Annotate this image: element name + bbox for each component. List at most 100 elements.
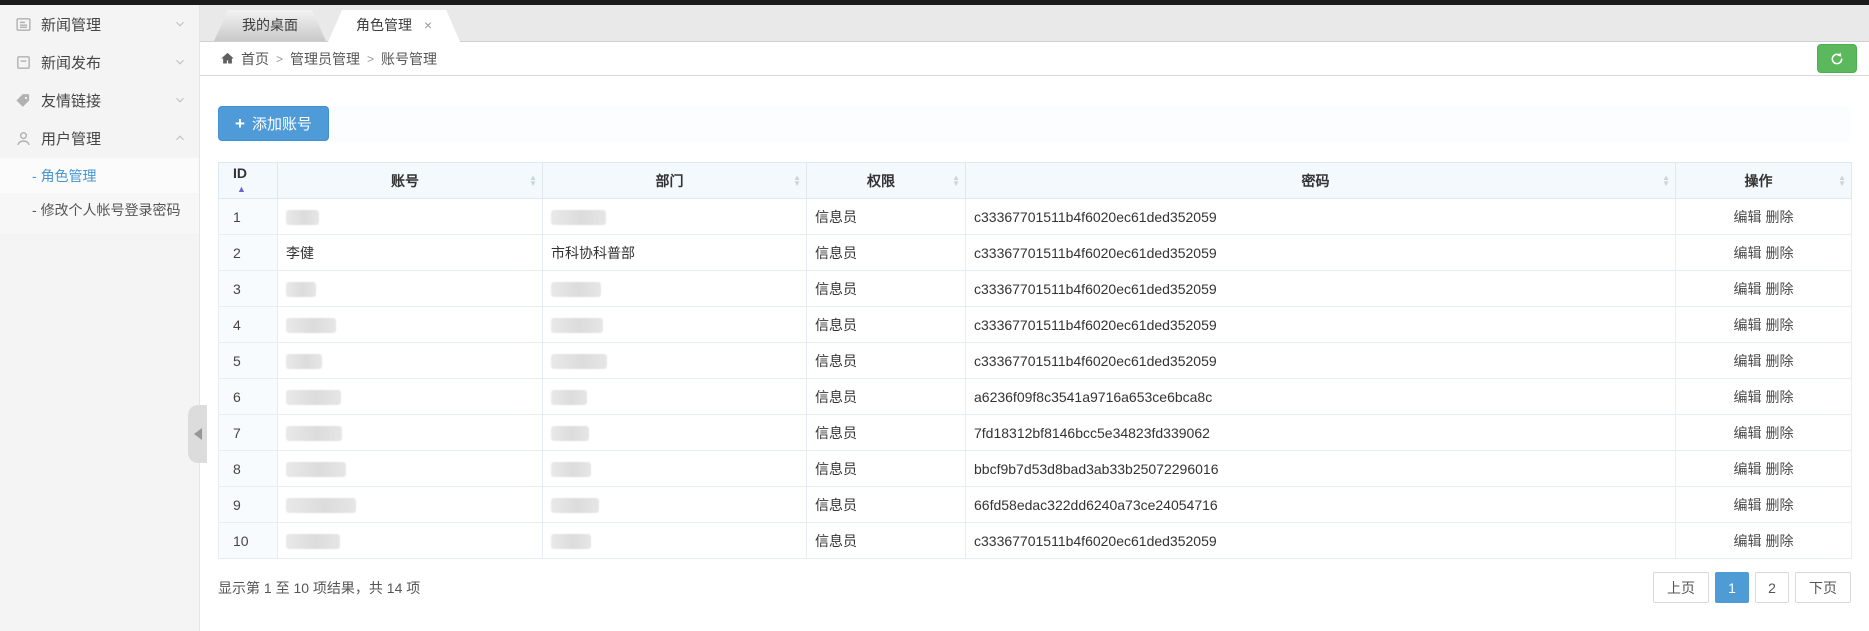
chevron-down-icon <box>173 93 187 107</box>
delete-link[interactable]: 删除 <box>1766 389 1794 405</box>
delete-link[interactable]: 删除 <box>1766 425 1794 441</box>
page-button-2[interactable]: 2 <box>1755 572 1789 603</box>
delete-link[interactable]: 删除 <box>1766 497 1794 513</box>
cell-account: 李健 <box>278 235 543 271</box>
edit-link[interactable]: 编辑 <box>1734 461 1762 477</box>
cell-password: 7fd18312bf8146bcc5e34823fd339062 <box>966 415 1676 451</box>
redacted-text <box>286 282 316 297</box>
breadcrumb: 首页 > 管理员管理 > 账号管理 <box>200 42 1869 76</box>
edit-link[interactable]: 编辑 <box>1734 353 1762 369</box>
delete-link[interactable]: 删除 <box>1766 317 1794 333</box>
table-row[interactable]: 7 信息员 7fd18312bf8146bcc5e34823fd339062 编… <box>219 415 1852 451</box>
next-page-button[interactable]: 下页 <box>1795 572 1851 603</box>
sidebar-item-friend-links[interactable]: 友情链接 <box>0 81 199 119</box>
redacted-text <box>286 318 336 333</box>
cell-department <box>543 379 807 415</box>
sort-icon: ▲▼ <box>529 175 537 187</box>
delete-link[interactable]: 删除 <box>1766 209 1794 225</box>
bullet: - <box>32 202 37 218</box>
edit-link[interactable]: 编辑 <box>1734 281 1762 297</box>
redacted-text <box>551 318 603 333</box>
cell-account <box>278 343 543 379</box>
cell-department: 市科协科普部 <box>543 235 807 271</box>
column-header-password[interactable]: 密码 ▲▼ <box>966 163 1676 199</box>
table-footer: 显示第 1 至 10 项结果，共 14 项 上页 1 2 下页 <box>218 572 1851 603</box>
add-account-label: 添加账号 <box>252 113 312 134</box>
delete-link[interactable]: 删除 <box>1766 245 1794 261</box>
sidebar-subitem-change-password[interactable]: - 修改个人帐号登录密码 <box>0 193 199 227</box>
user-management-submenu: - 角色管理 - 修改个人帐号登录密码 <box>0 157 199 233</box>
table-row[interactable]: 8 信息员 bbcf9b7d53d8bad3ab33b25072296016 编… <box>219 451 1852 487</box>
chevron-up-icon <box>173 131 187 145</box>
cell-account <box>278 451 543 487</box>
table-row[interactable]: 2 李健 市科协科普部 信息员 c33367701511b4f6020ec61d… <box>219 235 1852 271</box>
edit-link[interactable]: 编辑 <box>1734 389 1762 405</box>
delete-link[interactable]: 删除 <box>1766 533 1794 549</box>
redacted-text <box>286 426 342 441</box>
edit-link[interactable]: 编辑 <box>1734 497 1762 513</box>
breadcrumb-home[interactable]: 首页 <box>241 49 269 69</box>
cell-id: 5 <box>219 343 278 379</box>
sidebar-item-news-management[interactable]: 新闻管理 <box>0 5 199 43</box>
edit-link[interactable]: 编辑 <box>1734 533 1762 549</box>
column-header-id[interactable]: ID▲ <box>219 163 278 199</box>
sidebar-item-user-management[interactable]: 用户管理 <box>0 119 199 157</box>
redacted-text <box>551 210 606 225</box>
table-row[interactable]: 3 信息员 c33367701511b4f6020ec61ded352059 编… <box>219 271 1852 307</box>
table-row[interactable]: 4 信息员 c33367701511b4f6020ec61ded352059 编… <box>219 307 1852 343</box>
cell-password: c33367701511b4f6020ec61ded352059 <box>966 235 1676 271</box>
news-icon <box>15 16 32 33</box>
cell-department <box>543 523 807 559</box>
tab-role-management[interactable]: 角色管理 × <box>328 10 460 42</box>
cell-permission: 信息员 <box>807 451 966 487</box>
tab-label: 我的桌面 <box>242 17 298 33</box>
table-row[interactable]: 6 信息员 a6236f09f8c3541a9716a653ce6bca8c 编… <box>219 379 1852 415</box>
sort-ascending-icon: ▲ <box>237 184 246 194</box>
sort-icon: ▲▼ <box>952 175 960 187</box>
edit-link[interactable]: 编辑 <box>1734 245 1762 261</box>
edit-link[interactable]: 编辑 <box>1734 425 1762 441</box>
cell-permission: 信息员 <box>807 199 966 235</box>
cell-account <box>278 271 543 307</box>
page-button-1[interactable]: 1 <box>1715 572 1749 603</box>
cell-actions: 编辑删除 <box>1676 379 1852 415</box>
edit-link[interactable]: 编辑 <box>1734 209 1762 225</box>
cell-account <box>278 379 543 415</box>
table-row[interactable]: 1 信息员 c33367701511b4f6020ec61ded352059 编… <box>219 199 1852 235</box>
tab-label: 角色管理 <box>356 17 412 33</box>
table-row[interactable]: 10 信息员 c33367701511b4f6020ec61ded352059 … <box>219 523 1852 559</box>
cell-department <box>543 487 807 523</box>
breadcrumb-separator: > <box>367 52 374 66</box>
cell-account <box>278 199 543 235</box>
column-header-actions[interactable]: 操作 ▲▼ <box>1676 163 1852 199</box>
redacted-text <box>551 354 607 369</box>
refresh-button[interactable] <box>1817 44 1857 73</box>
redacted-text <box>551 390 587 405</box>
cell-password: c33367701511b4f6020ec61ded352059 <box>966 271 1676 307</box>
column-header-account[interactable]: 账号 ▲▼ <box>278 163 543 199</box>
cell-password: c33367701511b4f6020ec61ded352059 <box>966 307 1676 343</box>
cell-department <box>543 271 807 307</box>
add-account-button[interactable]: + 添加账号 <box>218 106 329 141</box>
tab-my-desktop[interactable]: 我的桌面 <box>214 10 326 41</box>
breadcrumb-admin-management[interactable]: 管理员管理 <box>290 49 360 69</box>
cell-password: c33367701511b4f6020ec61ded352059 <box>966 199 1676 235</box>
table-row[interactable]: 5 信息员 c33367701511b4f6020ec61ded352059 编… <box>219 343 1852 379</box>
home-icon <box>220 51 235 66</box>
redacted-text <box>551 282 601 297</box>
delete-link[interactable]: 删除 <box>1766 281 1794 297</box>
column-header-permission[interactable]: 权限 ▲▼ <box>807 163 966 199</box>
cell-permission: 信息员 <box>807 487 966 523</box>
sidebar-subitem-role-management[interactable]: - 角色管理 <box>0 159 199 193</box>
prev-page-button[interactable]: 上页 <box>1653 572 1709 603</box>
cell-password: c33367701511b4f6020ec61ded352059 <box>966 523 1676 559</box>
column-header-department[interactable]: 部门 ▲▼ <box>543 163 807 199</box>
edit-link[interactable]: 编辑 <box>1734 317 1762 333</box>
close-icon[interactable]: × <box>424 17 432 33</box>
sidebar-item-news-publish[interactable]: 新闻发布 <box>0 43 199 81</box>
sidebar-collapse-handle[interactable] <box>188 405 207 463</box>
delete-link[interactable]: 删除 <box>1766 461 1794 477</box>
delete-link[interactable]: 删除 <box>1766 353 1794 369</box>
table-row[interactable]: 9 信息员 66fd58edac322dd6240a73ce24054716 编… <box>219 487 1852 523</box>
cell-actions: 编辑删除 <box>1676 307 1852 343</box>
